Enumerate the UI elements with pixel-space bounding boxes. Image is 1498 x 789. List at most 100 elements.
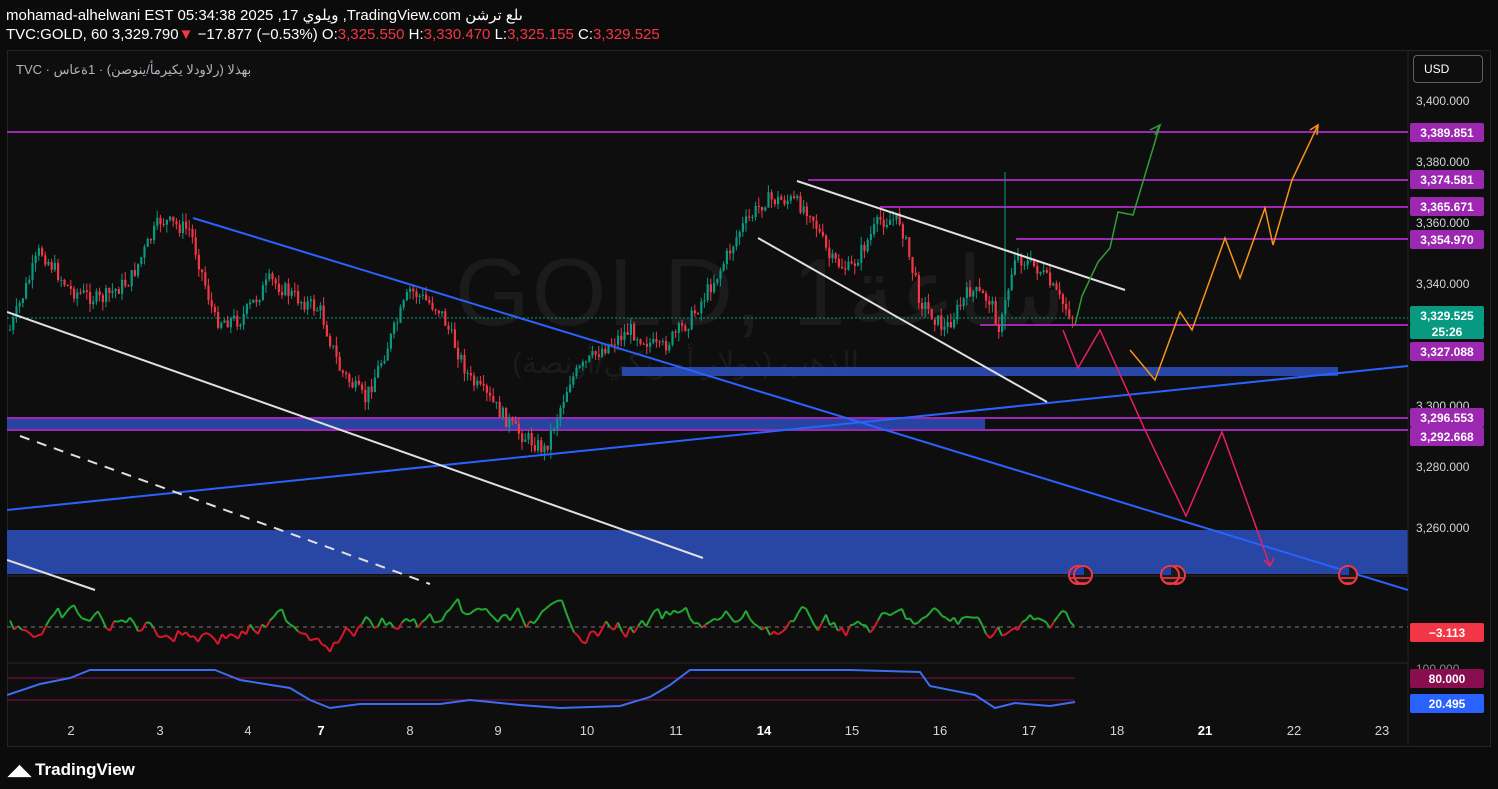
- candle-body: [946, 322, 949, 327]
- candle-body: [44, 255, 47, 265]
- candle-body: [332, 345, 335, 347]
- candle-body: [802, 206, 805, 213]
- candle-body: [575, 367, 578, 377]
- oscillator-segment: [21, 628, 27, 632]
- oscillator-segment: [853, 620, 859, 626]
- candle-body: [149, 238, 152, 241]
- candle-body: [473, 375, 476, 386]
- oscillator-segment: [717, 616, 723, 621]
- candle-body: [482, 383, 485, 386]
- candle-body: [201, 269, 204, 273]
- candle-body: [412, 288, 415, 292]
- us-flag-event-icon[interactable]: [1160, 565, 1180, 585]
- candle-body: [309, 299, 312, 302]
- candle-body: [185, 221, 188, 229]
- candle-body: [95, 291, 98, 302]
- oscillator-segment: [269, 615, 275, 622]
- candle-body: [21, 298, 24, 303]
- candle-body: [639, 339, 642, 344]
- candle-body: [697, 313, 700, 315]
- oscillator-segment: [549, 601, 555, 606]
- oscillator-segment: [161, 634, 167, 639]
- oscillator-segment: [1001, 633, 1007, 637]
- candle-body: [188, 228, 191, 230]
- oscillator-segment: [237, 630, 243, 640]
- candle-body: [489, 392, 492, 396]
- price-axis-label: 3,380.000: [1416, 155, 1470, 169]
- oscillator-segment: [769, 630, 775, 636]
- oscillator-segment: [1053, 615, 1059, 623]
- candle-body: [281, 292, 284, 296]
- candle-body: [876, 216, 879, 225]
- time-axis-label: 7: [317, 723, 325, 738]
- candle-body: [754, 206, 757, 218]
- candle-body: [153, 225, 156, 241]
- candle-body: [463, 355, 466, 374]
- candle-body: [274, 279, 277, 284]
- candle-body: [418, 295, 421, 298]
- resistance-zone: [622, 367, 1338, 376]
- candle-body: [789, 196, 792, 201]
- candle-body: [501, 407, 504, 418]
- candle-body: [553, 428, 556, 431]
- candle-body: [633, 324, 636, 341]
- oscillator-segment: [1065, 611, 1071, 622]
- price-axis-label: 3,400.000: [1416, 94, 1470, 108]
- oscillator-segment: [869, 627, 875, 634]
- candle-body: [191, 229, 194, 238]
- candle-body: [626, 332, 629, 335]
- oscillator-segment: [577, 635, 583, 643]
- candle-body: [594, 351, 597, 355]
- oscillator-segment: [485, 608, 491, 615]
- candle-body: [249, 302, 252, 305]
- oscillator-segment: [705, 620, 711, 625]
- candle-body: [1013, 260, 1016, 275]
- oscillator-segment: [361, 616, 367, 625]
- oscillator-segment: [205, 632, 211, 636]
- candle-body: [76, 292, 79, 299]
- price-chart-canvas[interactable]: [7, 50, 1491, 747]
- chart-legend[interactable]: TVC · بهذلا (رلاودلا يكيرمأ/ينوصن) · 1ةع…: [16, 62, 251, 78]
- candle-body: [255, 299, 258, 302]
- candle-body: [146, 238, 149, 247]
- candle-body: [761, 206, 764, 211]
- candle-body: [354, 380, 357, 388]
- candle-body: [1023, 264, 1026, 266]
- tradingview-logo[interactable]: ◢◣ TradingView: [8, 760, 135, 780]
- candle-body: [233, 315, 236, 319]
- candle-body: [818, 228, 821, 232]
- oscillator-segment: [65, 607, 71, 614]
- currency-button[interactable]: USD: [1413, 55, 1483, 83]
- oscillator-segment: [961, 615, 967, 620]
- candle-body: [66, 284, 69, 287]
- symbol-label[interactable]: TVC:GOLD, 60: [6, 26, 108, 43]
- candle-body: [962, 298, 965, 307]
- candle-body: [706, 284, 709, 301]
- candle-body: [690, 310, 693, 330]
- rsi-value-tag: 20.495: [1410, 694, 1484, 713]
- oscillator-segment: [989, 633, 995, 639]
- candle-body: [213, 306, 216, 313]
- oscillator-segment: [741, 610, 747, 619]
- rsi-line: [7, 669, 1076, 710]
- candle-body: [805, 206, 808, 217]
- candle-body: [9, 329, 12, 331]
- candle-body: [751, 217, 754, 219]
- candle-body: [341, 370, 344, 373]
- oscillator-segment: [933, 607, 939, 612]
- candle-body: [31, 263, 34, 280]
- oscillator-segment: [1029, 614, 1035, 621]
- candle-body: [53, 263, 56, 270]
- oscillator-segment: [517, 607, 523, 619]
- candle-body: [901, 224, 904, 239]
- oscillator-segment: [293, 626, 299, 633]
- candle-body: [124, 279, 127, 286]
- us-flag-event-icon[interactable]: [1338, 565, 1358, 585]
- close-value: 3,329.525: [592, 26, 660, 43]
- candle-body: [508, 418, 511, 428]
- candle-body: [969, 287, 972, 297]
- oscillator-segment: [709, 618, 715, 623]
- bullish-projection-green: [1074, 124, 1161, 326]
- us-flag-event-icon[interactable]: [1073, 565, 1093, 585]
- oscillator-segment: [877, 612, 883, 621]
